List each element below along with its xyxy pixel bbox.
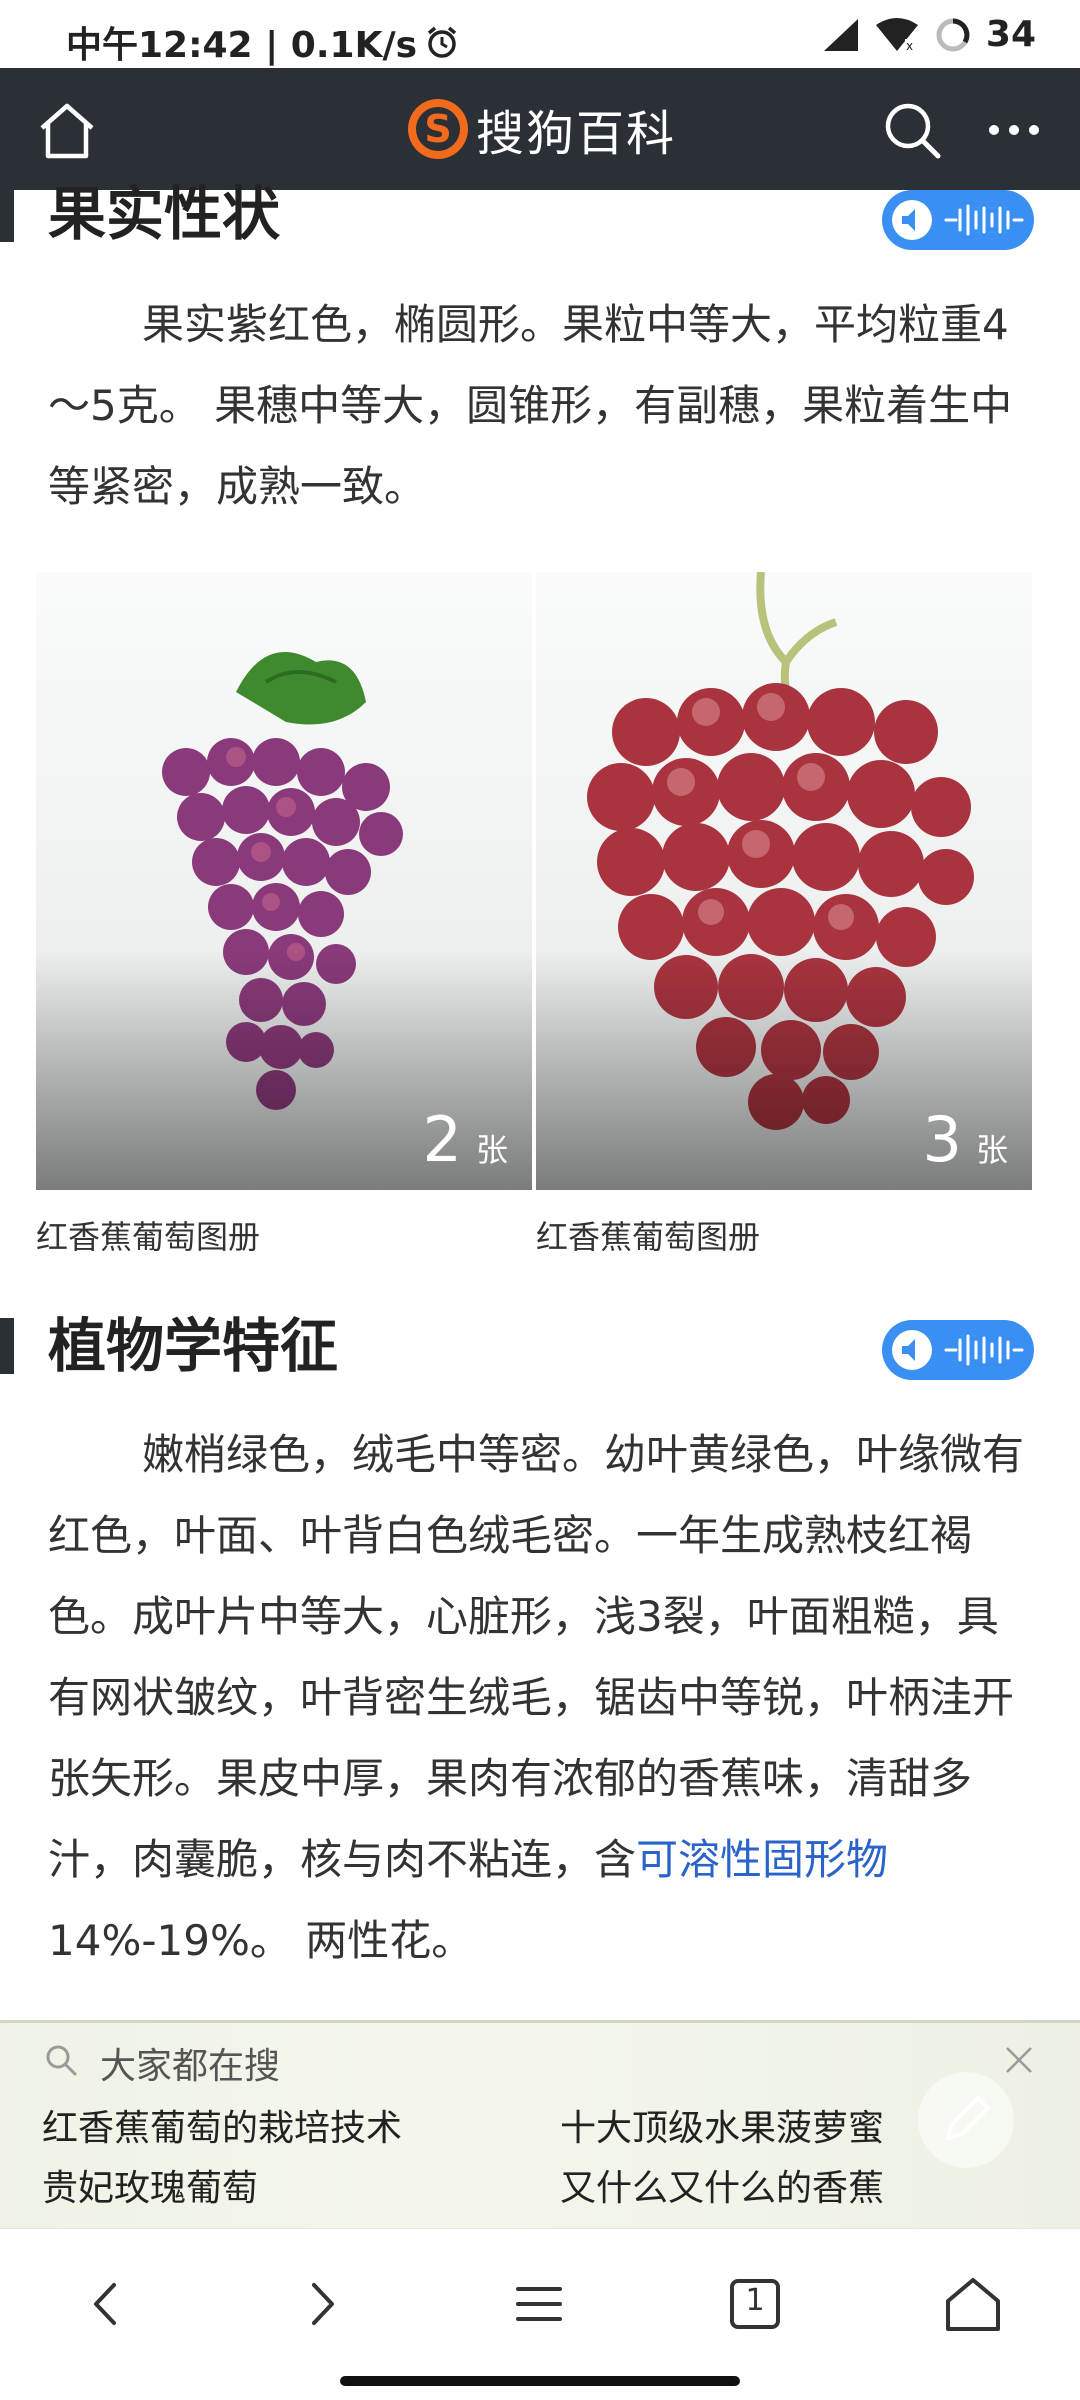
tabs-button[interactable]: 1 xyxy=(722,2271,788,2337)
status-indicators: x 34 xyxy=(822,14,1036,55)
sogou-logo-icon: S xyxy=(408,99,468,159)
gallery-card[interactable]: 3 张 xyxy=(536,572,1032,1190)
photo-gallery: 2 张 3 张 红香蕉葡萄图册 红香蕉葡萄图册 xyxy=(36,572,1036,1256)
photo-count-unit: 张 xyxy=(975,1131,1008,1169)
photo-count-unit: 张 xyxy=(475,1131,508,1169)
search-icon xyxy=(46,2045,77,2076)
section-title: 植物学特征 xyxy=(48,1312,339,1380)
botany-text-before-link: 嫩梢绿色，绒毛中等密。幼叶黄绿色，叶缘微有红色，叶面、叶背白色绒毛密。一年生成熟… xyxy=(48,1430,1025,1884)
suggestion-item[interactable]: 又什么又什么的香蕉 xyxy=(560,2159,884,2211)
battery-level: 34 xyxy=(985,14,1036,55)
home-icon[interactable] xyxy=(34,98,100,164)
forward-icon[interactable] xyxy=(288,2271,354,2337)
soundwave-icon xyxy=(944,204,1024,236)
suggestion-item[interactable]: 贵妃玫瑰葡萄 xyxy=(42,2159,258,2211)
more-icon[interactable] xyxy=(982,98,1046,162)
botany-paragraph: 嫩梢绿色，绒毛中等密。幼叶黄绿色，叶缘微有红色，叶面、叶背白色绒毛密。一年生成熟… xyxy=(48,1414,1038,1981)
menu-icon[interactable] xyxy=(506,2271,572,2337)
tab-count: 1 xyxy=(745,2283,765,2318)
suggestion-item[interactable]: 红香蕉葡萄的栽培技术 xyxy=(42,2099,402,2151)
listen-audio-button[interactable] xyxy=(882,1320,1034,1380)
suggestions-title: 大家都在搜 xyxy=(100,2046,281,2087)
svg-text:S: S xyxy=(424,107,451,151)
app-bar: S 搜狗百科 xyxy=(0,68,1080,190)
gesture-bar xyxy=(340,2376,740,2386)
svg-text:x: x xyxy=(906,39,913,53)
status-time-text: 中午12:42 | 0.1K/s xyxy=(66,25,418,66)
listen-audio-button[interactable] xyxy=(882,190,1034,250)
photo-count-number: 2 xyxy=(422,1103,462,1176)
section-marker xyxy=(0,186,14,242)
pencil-icon xyxy=(946,2096,990,2140)
edit-button[interactable] xyxy=(918,2072,1014,2168)
brand: S 搜狗百科 xyxy=(406,96,676,162)
battery-ring-icon xyxy=(936,18,970,51)
soundwave-icon xyxy=(944,1334,1024,1366)
speaker-icon xyxy=(892,1330,932,1370)
photo-count-number: 3 xyxy=(922,1103,962,1176)
alarm-icon xyxy=(427,26,457,58)
home-icon[interactable] xyxy=(940,2271,1006,2337)
speaker-icon xyxy=(892,200,932,240)
back-icon[interactable] xyxy=(74,2271,140,2337)
gallery-caption[interactable]: 红香蕉葡萄图册 xyxy=(36,1212,260,1258)
wifi-icon: x xyxy=(875,17,918,53)
suggestion-item[interactable]: 十大顶级水果菠萝蜜 xyxy=(560,2099,884,2151)
section-botany-header: 植物学特征 xyxy=(0,1306,1080,1386)
status-time: 中午12:42 | 0.1K/s xyxy=(66,16,459,68)
section-title: 果实性状 xyxy=(48,180,281,248)
brand-name: 搜狗百科 xyxy=(476,106,677,162)
botany-text-after-link: 14%-19%。 两性花。 xyxy=(48,1916,474,1965)
status-bar: 中午12:42 | 0.1K/s x 34 xyxy=(0,0,1080,68)
section-fruit-traits-header: 果实性状 xyxy=(0,174,1080,254)
search-icon[interactable] xyxy=(880,98,944,162)
gallery-caption[interactable]: 红香蕉葡萄图册 xyxy=(536,1212,760,1258)
bottom-navigation: 1 xyxy=(0,2228,1080,2400)
fruit-traits-paragraph: 果实紫红色，椭圆形。果粒中等大，平均粒重4～5克。 果穗中等大，圆锥形，有副穗，… xyxy=(48,300,1013,511)
photo-count: 3 张 xyxy=(923,1103,1008,1176)
section-marker xyxy=(0,1318,14,1374)
gallery-card[interactable]: 2 张 xyxy=(36,572,532,1190)
photo-count: 2 张 xyxy=(423,1103,508,1176)
soluble-solids-link[interactable]: 可溶性固形物 xyxy=(636,1835,888,1884)
signal-icon xyxy=(823,18,858,51)
